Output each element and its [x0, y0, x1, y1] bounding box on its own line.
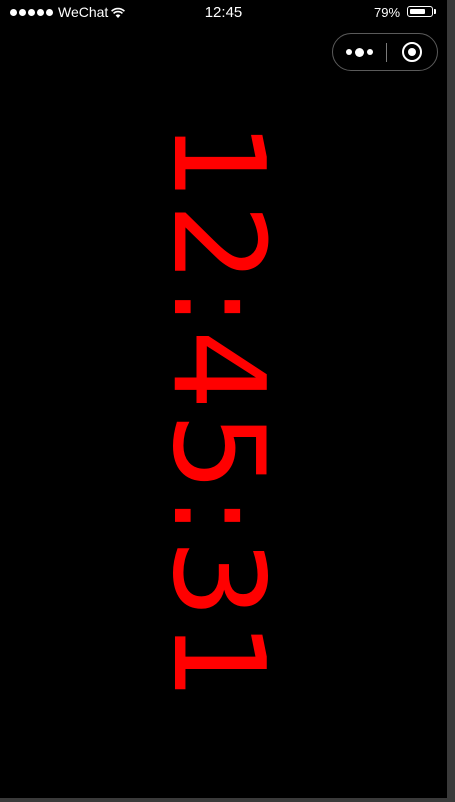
battery-tip	[434, 9, 436, 14]
clock-display: 12:45:31	[145, 121, 292, 703]
status-bar: WeChat 12:45 79%	[0, 0, 447, 26]
more-options-button[interactable]	[334, 35, 385, 69]
mini-program-capsule	[332, 33, 438, 71]
app-screen: WeChat 12:45 79% 12:45:31	[0, 0, 447, 798]
more-dots-icon	[346, 49, 352, 55]
battery-icon	[407, 6, 433, 17]
window-edge-bottom	[0, 798, 455, 802]
capsule-divider	[386, 43, 387, 62]
battery-percentage: 79%	[374, 5, 401, 20]
battery-fill	[409, 8, 426, 14]
close-mini-program-button[interactable]	[388, 35, 437, 69]
window-edge-right	[447, 0, 455, 802]
